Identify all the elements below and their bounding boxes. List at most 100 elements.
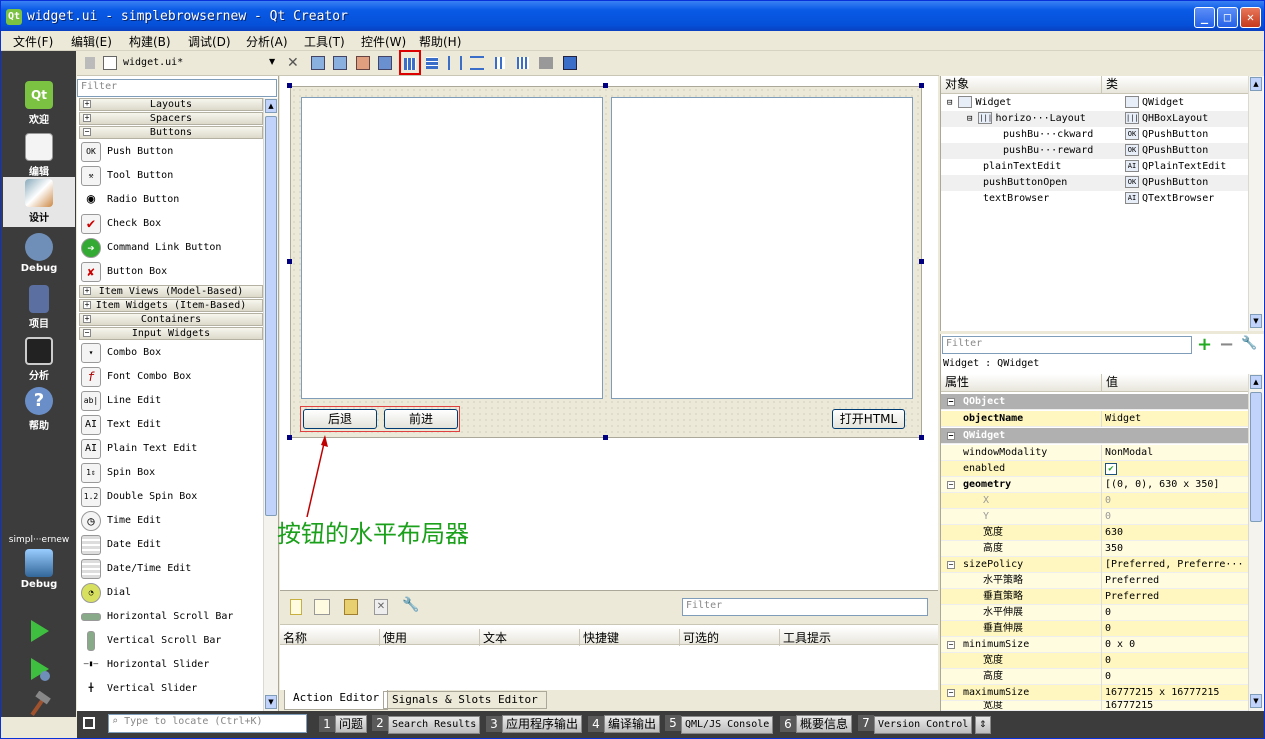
vertical-layout-icon[interactable] [426,57,438,69]
widget-radio-button[interactable]: ◉ Radio Button [79,188,263,212]
widget-button-box[interactable]: ✘ Button Box [79,260,263,284]
widget-font-combo-box[interactable]: f Font Combo Box [79,365,263,389]
resize-handle[interactable] [287,435,292,440]
property-value[interactable]: NonModal [1105,445,1153,461]
widget-vertical-slider[interactable]: ╋ Vertical Slider [79,677,263,701]
mode-help[interactable]: ? 帮助 [3,385,75,435]
remove-property-icon[interactable]: − [1219,334,1234,355]
minimize-button[interactable]: _ [1194,7,1215,28]
menu-file[interactable]: 文件(F) [13,33,53,50]
group-qobject[interactable]: − QObject [941,394,1248,410]
property-filter-input[interactable]: Filter [942,336,1192,354]
resize-handle[interactable] [287,83,292,88]
pane-compile-output[interactable]: 4 编译输出 [588,715,661,733]
scroll-thumb[interactable] [265,116,277,516]
object-inspector-scrollbar[interactable]: ▲ ▼ [1248,76,1263,331]
delete-action-icon[interactable]: ✕ [374,599,388,615]
widget-text-edit[interactable]: AI Text Edit [79,413,263,437]
prop-objectname[interactable]: objectName Widget [941,411,1248,427]
close-button[interactable]: ✕ [1240,7,1261,28]
property-value[interactable]: 0 [1105,605,1111,621]
pane-search-results[interactable]: 2 Search Results [372,715,481,734]
category-layouts[interactable]: + Layouts [79,98,263,111]
pane-general-messages[interactable]: 6 概要信息 [780,715,853,733]
property-value[interactable]: 350 [1105,541,1123,557]
splitter-horizontal-icon[interactable] [448,56,462,70]
category-spacers[interactable]: + Spacers [79,112,263,125]
widget-datetime-edit[interactable]: Date/Time Edit [79,557,263,581]
locator-input[interactable]: ⌕ Type to locate (Ctrl+K) [108,714,307,733]
scroll-up-icon[interactable]: ▲ [265,99,277,113]
widget-spin-box[interactable]: 1⇕ Spin Box [79,461,263,485]
wrench-icon[interactable]: 🔧 [402,597,419,613]
prop-hpolicy[interactable]: 水平策略 Preferred [941,573,1248,589]
property-value[interactable]: Widget [1105,411,1141,427]
build-button[interactable] [3,690,75,719]
tree-row-text-browser[interactable]: textBrowser AI QTextBrowser [941,191,1248,207]
property-value[interactable]: 0 x 0 [1105,637,1135,653]
resize-handle[interactable] [603,83,608,88]
pane-qml-console[interactable]: 5 QML/JS Console [665,715,774,734]
menu-tools[interactable]: 工具(T) [304,33,345,50]
object-column-header[interactable]: 对象 [941,76,1101,94]
resize-handle[interactable] [603,435,608,440]
prop-min-height[interactable]: 高度 0 [941,669,1248,685]
mode-edit[interactable]: 编辑 [3,131,75,181]
property-value[interactable]: [Preferred, Preferre··· [1105,557,1243,573]
add-property-icon[interactable]: + [1197,334,1212,355]
widget-box-scrollbar[interactable]: ▲ ▼ [263,98,278,711]
prop-sizepolicy[interactable]: − sizePolicy [Preferred, Preferre··· [941,557,1248,573]
target-selector[interactable]: simpl···ernew Debug [3,535,75,595]
widget-horizontal-scroll-bar[interactable]: Horizontal Scroll Bar [79,605,263,629]
toggle-sidebar-icon[interactable] [83,717,95,729]
resize-handle[interactable] [919,259,924,264]
widget-plain-text-edit[interactable]: AI Plain Text Edit [79,437,263,461]
form-widget[interactable]: 后退 前进 打开HTML [290,86,922,438]
back-button[interactable]: 后退 [303,409,377,429]
class-column-header[interactable]: 类 [1101,76,1248,94]
break-layout-icon[interactable] [539,57,553,69]
open-html-button[interactable]: 打开HTML [832,409,905,429]
prop-vpolicy[interactable]: 垂直策略 Preferred [941,589,1248,605]
group-qwidget[interactable]: − QWidget [941,428,1248,444]
scroll-down-icon[interactable]: ▼ [1250,694,1262,708]
enabled-checkbox[interactable]: ✔ [1105,463,1117,475]
widget-push-button[interactable]: OK Push Button [79,140,263,164]
tab-signals-slots[interactable]: Signals & Slots Editor [383,691,547,709]
resize-handle[interactable] [919,435,924,440]
property-value[interactable]: 0 [1105,509,1111,525]
property-value[interactable]: [(0, 0), 630 x 350] [1105,477,1219,493]
menu-widget[interactable]: 控件(W) [361,33,406,50]
widget-date-edit[interactable]: Date Edit [79,533,263,557]
pane-version-control[interactable]: 7 Version Control [858,715,973,734]
mode-projects[interactable]: 项目 [3,283,75,333]
category-item-widgets[interactable]: + Item Widgets (Item-Based) [79,299,263,312]
prop-max-width[interactable]: 宽度 16777215 [941,701,1248,711]
property-value[interactable]: 0 [1105,653,1111,669]
prop-hstretch[interactable]: 水平伸展 0 [941,605,1248,621]
tree-row-open-button[interactable]: pushButtonOpen OK QPushButton [941,175,1248,191]
scroll-thumb[interactable] [1250,392,1262,522]
menu-build[interactable]: 构建(B) [129,33,171,50]
prop-enabled[interactable]: enabled ✔ [941,461,1248,477]
scroll-down-icon[interactable]: ▼ [1250,314,1262,328]
resize-handle[interactable] [287,259,292,264]
wrench-icon[interactable]: 🔧 [1241,336,1257,351]
tree-row-forward-button[interactable]: pushBu···reward OK QPushButton [941,143,1248,159]
property-value[interactable]: 0 [1105,493,1111,509]
widget-combo-box[interactable]: ▾ Combo Box [79,341,263,365]
category-containers[interactable]: + Containers [79,313,263,326]
more-panes-button[interactable]: ⇕ [975,715,991,734]
property-value[interactable]: 0 [1105,621,1111,637]
menu-analyze[interactable]: 分析(A) [246,33,288,50]
widget-check-box[interactable]: ✔ Check Box [79,212,263,236]
widget-dial[interactable]: ◔ Dial [79,581,263,605]
run-button[interactable] [3,617,75,649]
close-document-icon[interactable]: ✕ [287,55,299,71]
widget-horizontal-slider[interactable]: —▮— Horizontal Slider [79,653,263,677]
column-header[interactable]: 名称 [280,629,307,646]
action-filter-input[interactable]: Filter [682,598,928,616]
horizontal-layout-box[interactable]: 后退 前进 [300,406,460,432]
prop-minimumsize[interactable]: − minimumSize 0 x 0 [941,637,1248,653]
resize-handle[interactable] [919,83,924,88]
